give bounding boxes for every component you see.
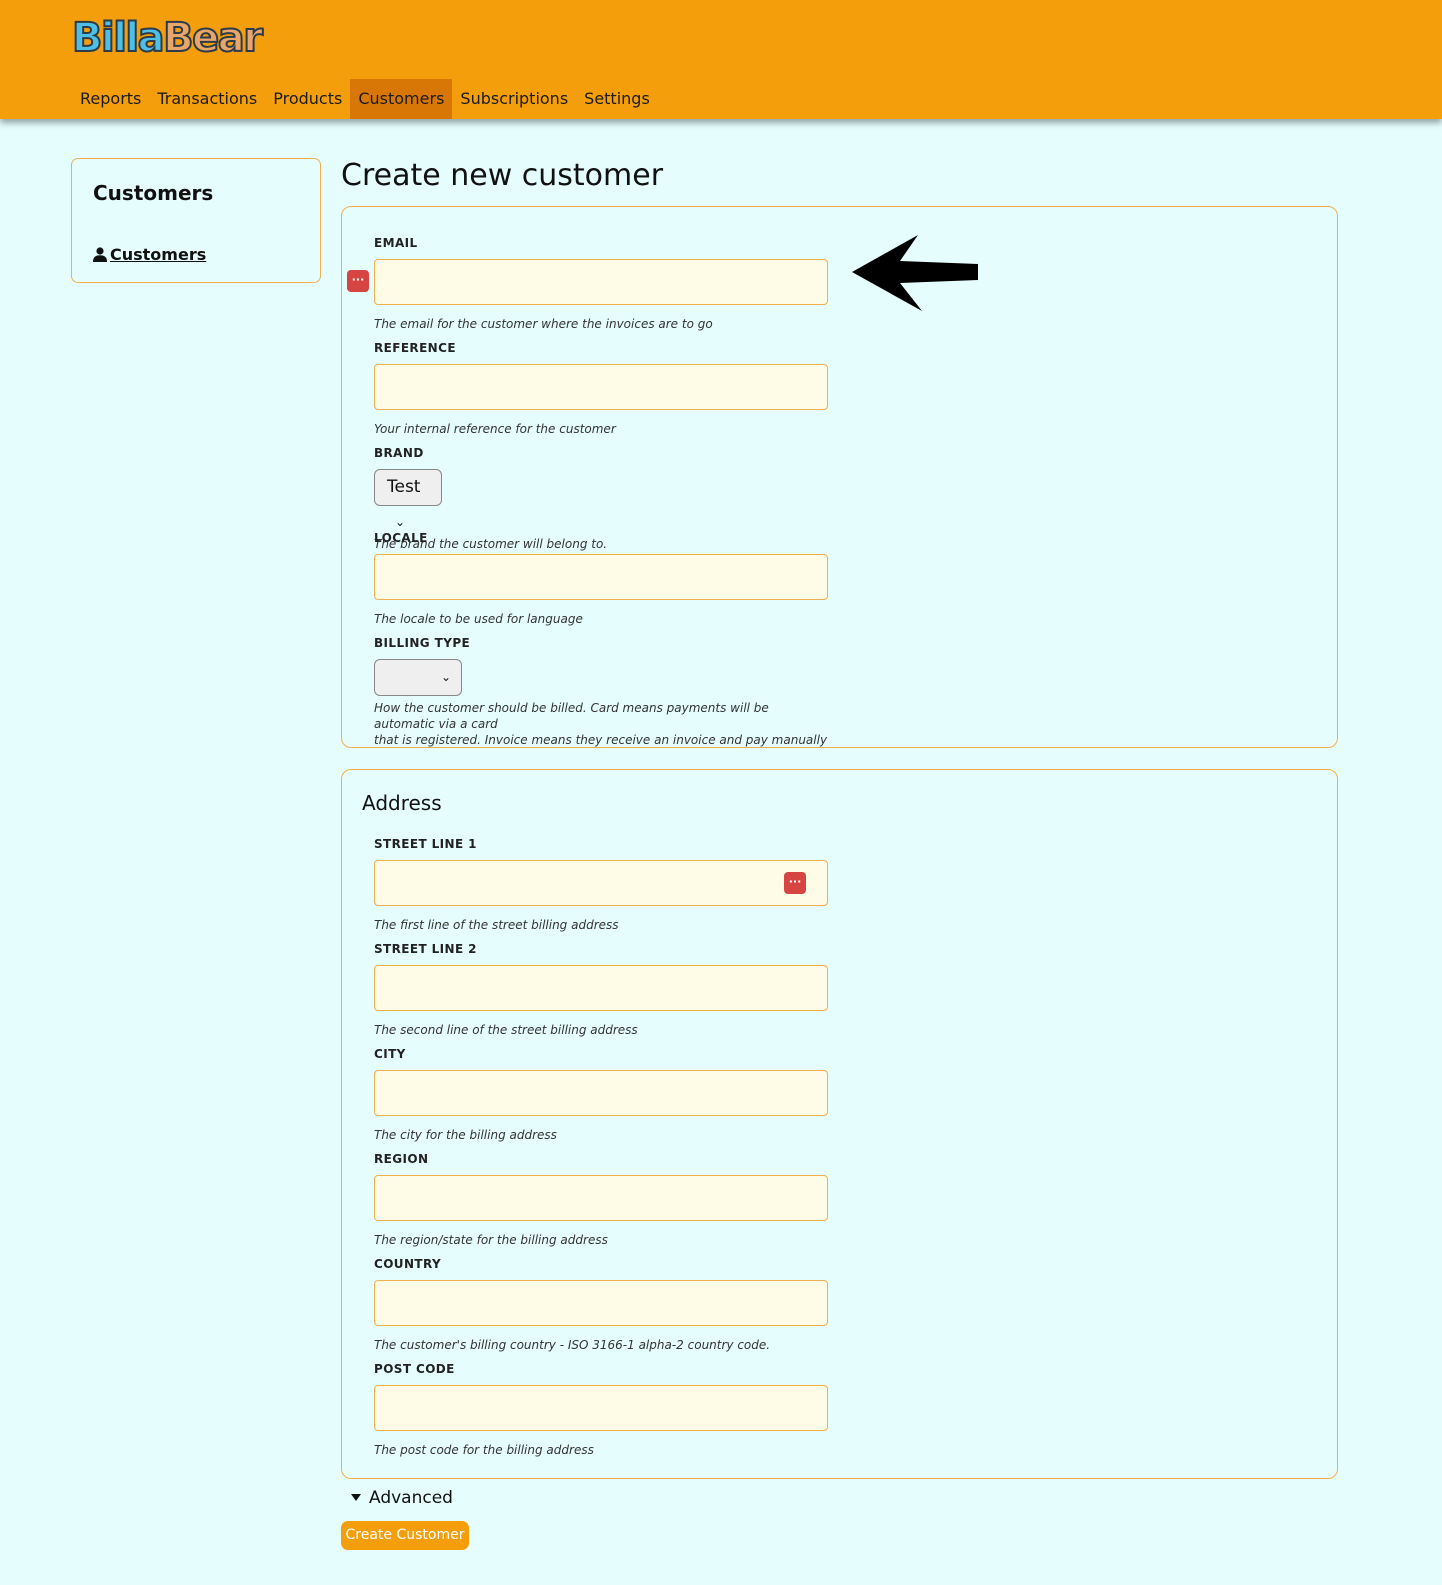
city-label: CITY [374,1047,406,1061]
country-input[interactable] [374,1280,828,1326]
region-field-group: REGION The region/state for the billing … [374,1151,829,1248]
street1-input[interactable] [374,860,828,906]
email-input[interactable] [374,259,828,305]
email-help: The email for the customer where the inv… [374,317,713,331]
address-title: Address [362,791,442,815]
locale-help: The locale to be used for language [374,612,583,626]
sidebar: Customers Customers [71,158,321,283]
city-help: The city for the billing address [374,1128,557,1142]
advanced-toggle[interactable]: Advanced [351,1488,453,1508]
city-input[interactable] [374,1070,828,1116]
brand-select[interactable]: Test⌄ [374,469,442,529]
nav-subscriptions[interactable]: Subscriptions [452,79,576,119]
nav-settings[interactable]: Settings [576,79,658,119]
nav-transactions[interactable]: Transactions [149,79,265,119]
postcode-label: POST CODE [374,1362,455,1376]
billing-type-help: How the customer should be billed. Card … [374,701,828,747]
billing-type-select[interactable]: ⌄ [374,659,462,696]
reference-field-group: REFERENCE Your internal reference for th… [374,340,829,437]
country-help: The customer's billing country - ISO 316… [374,1338,771,1352]
city-field-group: CITY The city for the billing address [374,1046,829,1143]
sidebar-item-customers[interactable]: Customers [93,245,206,264]
billabear-logo[interactable]: BillaBear [71,14,264,62]
customer-details-card: EMAIL The email for the customer where t… [341,206,1338,748]
locale-label: LOCALE [374,531,428,545]
advanced-label: Advanced [369,1488,453,1508]
locale-field-group: LOCALE The locale to be used for languag… [374,530,829,627]
street1-help: The first line of the street billing add… [374,918,619,932]
chevron-down-icon: ⌄ [440,670,451,684]
reference-label: REFERENCE [374,341,456,355]
postcode-help: The post code for the billing address [374,1443,594,1457]
brand-select-value: Test [387,477,421,497]
main-nav: Reports Transactions Products Customers … [72,79,658,119]
region-help: The region/state for the billing address [374,1233,608,1247]
caret-down-icon [351,1494,361,1501]
email-field-group: EMAIL The email for the customer where t… [374,235,829,332]
sidebar-item-label: Customers [110,245,207,264]
reference-input[interactable] [374,364,828,410]
country-field-group: COUNTRY The customer's billing country -… [374,1256,829,1353]
nav-reports[interactable]: Reports [72,79,149,119]
nav-customers[interactable]: Customers [350,79,453,119]
street2-input[interactable] [374,965,828,1011]
street1-label: STREET LINE 1 [374,837,477,851]
region-label: REGION [374,1152,429,1166]
page-title: Create new customer [341,158,664,193]
billing-type-label: BILLING TYPE [374,636,471,650]
street1-field-group: STREET LINE 1 The first line of the stre… [374,836,829,933]
street2-field-group: STREET LINE 2 The second line of the str… [374,941,829,1038]
postcode-field-group: POST CODE The post code for the billing … [374,1361,829,1458]
region-input[interactable] [374,1175,828,1221]
locale-input[interactable] [374,554,828,600]
arrow-left-icon [852,235,978,311]
country-label: COUNTRY [374,1257,442,1271]
postcode-input[interactable] [374,1385,828,1431]
address-card: Address STREET LINE 1 The first line of … [341,769,1338,1479]
email-label: EMAIL [374,236,418,250]
password-manager-icon[interactable]: ··· [784,872,806,894]
brand-label: BRAND [374,446,424,460]
nav-products[interactable]: Products [265,79,350,119]
password-manager-icon[interactable]: ··· [347,270,369,292]
user-icon [93,247,107,262]
sidebar-title: Customers [93,181,214,205]
create-customer-button[interactable]: Create Customer [341,1521,469,1550]
top-header: BillaBear Reports Transactions Products … [0,0,1442,119]
reference-help: Your internal reference for the customer [374,422,616,436]
street2-label: STREET LINE 2 [374,942,477,956]
street2-help: The second line of the street billing ad… [374,1023,638,1037]
billing-type-field-group: BILLING TYPE ⌄ How the customer should b… [374,635,829,748]
